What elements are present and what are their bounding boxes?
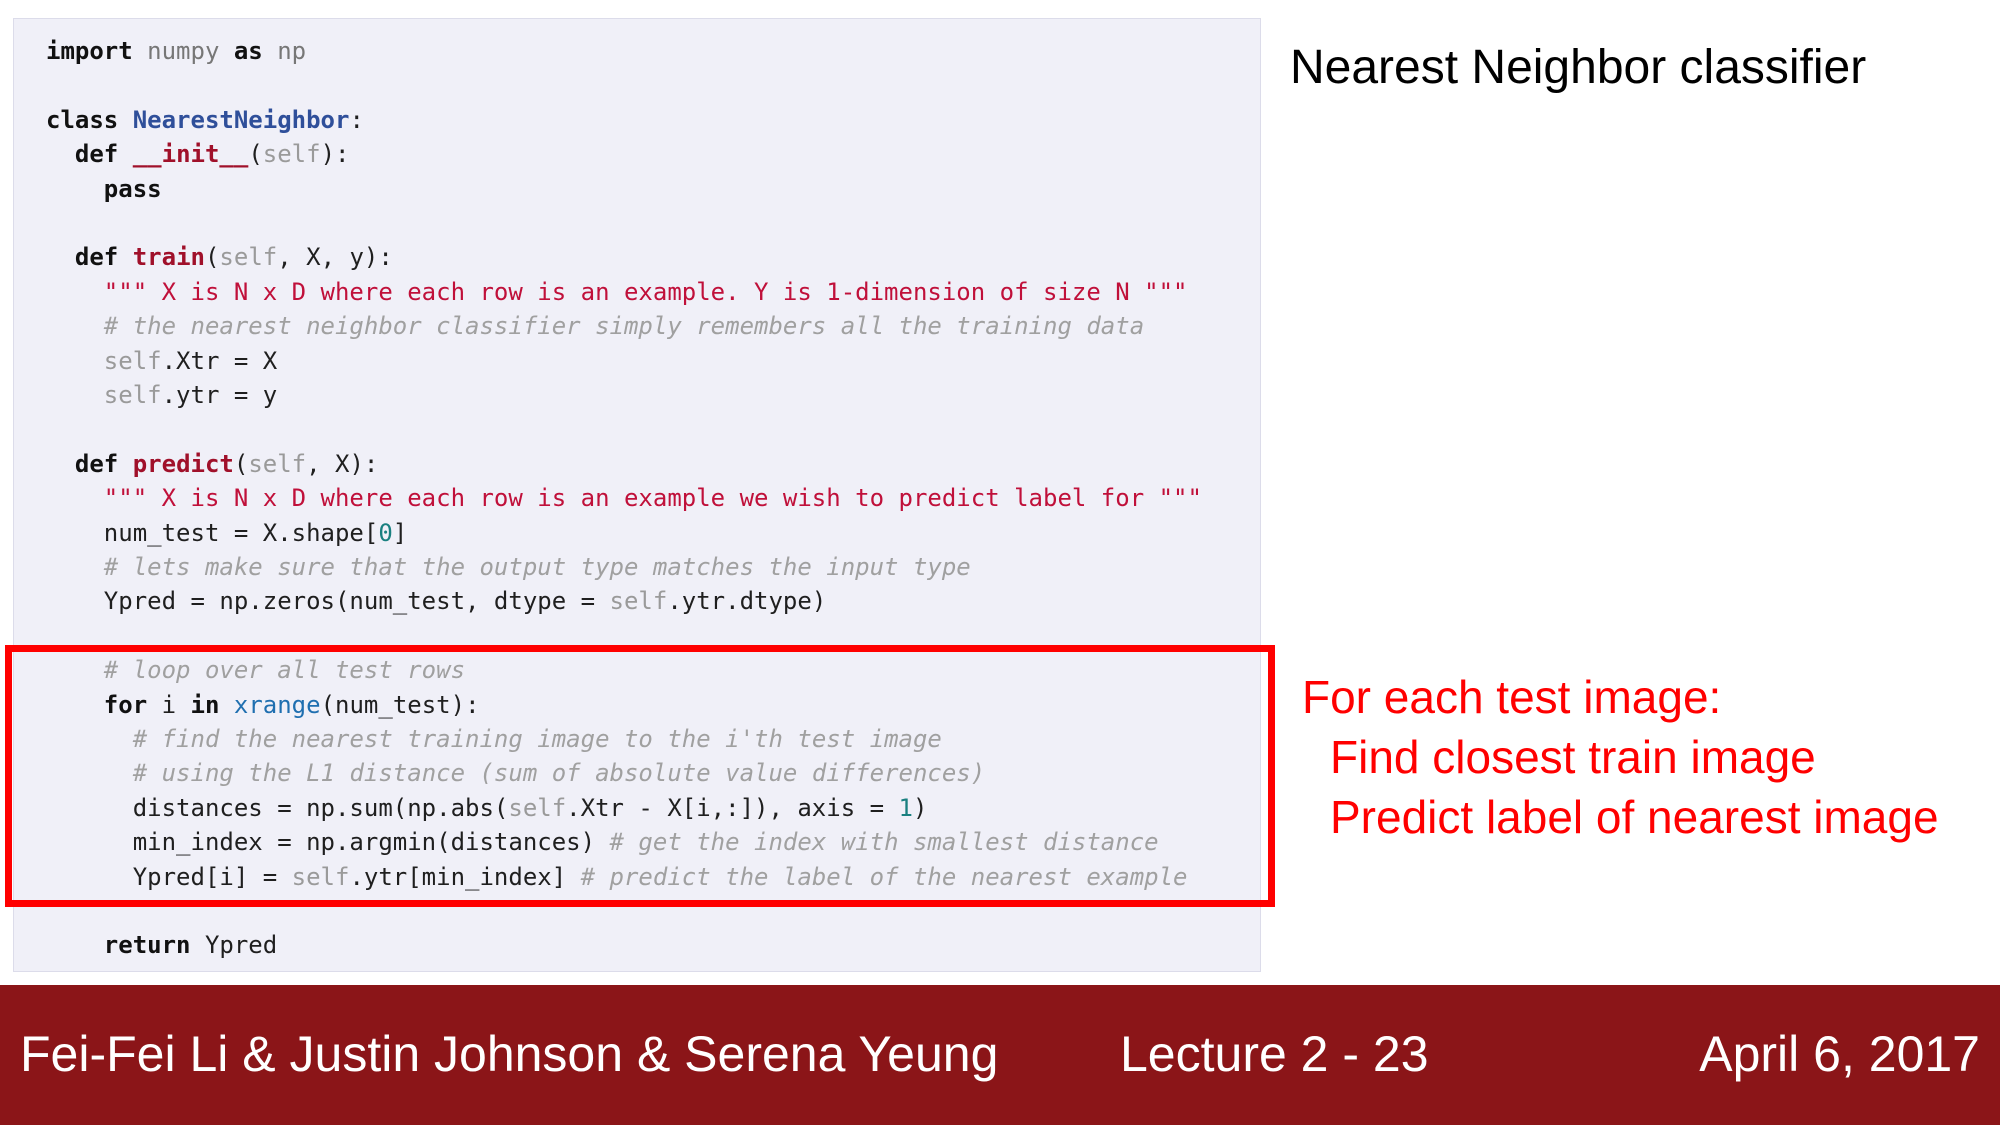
- code-token: train: [132, 243, 205, 272]
- code-line: Ypred = np.zeros(num_test, dtype = self.…: [46, 584, 826, 618]
- annotation-line-2: Find closest train image: [1330, 731, 1816, 783]
- code-token: np: [277, 37, 307, 65]
- code-token: def: [74, 140, 119, 169]
- code-token: as: [233, 37, 263, 65]
- code-token: import: [46, 37, 133, 65]
- code-token: self: [248, 449, 307, 478]
- code-line: self.Xtr = X: [46, 344, 277, 378]
- code-line: # the nearest neighbor classifier simply…: [46, 309, 1144, 343]
- code-line: self.ytr = y: [46, 378, 277, 412]
- annotation-line-3: Predict label of nearest image: [1330, 791, 1939, 843]
- code-token: num_test = X.shape[: [46, 518, 379, 547]
- code-token: class: [46, 105, 119, 134]
- code-token: ]: [392, 518, 408, 547]
- code-token: predict: [132, 449, 234, 478]
- code-token: """ X is N x D where each row is an exam…: [103, 484, 1202, 513]
- code-token: self: [103, 381, 162, 409]
- code-token: .ytr = y: [161, 381, 278, 409]
- code-token: Ypred = np.zeros(num_test, dtype =: [46, 587, 610, 616]
- annotation-line-1: For each test image:: [1302, 671, 1722, 723]
- code-token: :: [349, 105, 364, 134]
- code-token: ):: [320, 140, 350, 169]
- code-token: Ypred: [190, 931, 278, 960]
- code-line: return Ypred: [46, 928, 277, 962]
- code-token: def: [74, 449, 119, 478]
- code-token: self: [219, 243, 278, 272]
- code-token: # lets make sure that the output type ma…: [103, 553, 971, 581]
- code-token: def: [74, 243, 119, 272]
- code-token: __init__: [132, 140, 249, 169]
- code-line: """ X is N x D where each row is an exam…: [46, 481, 1202, 515]
- code-token: return: [103, 931, 191, 960]
- code-line: """ X is N x D where each row is an exam…: [46, 275, 1188, 309]
- code-token: NearestNeighbor: [132, 105, 350, 134]
- code-line: pass: [46, 172, 162, 206]
- code-token: 0: [378, 518, 393, 547]
- code-token: pass: [103, 174, 162, 203]
- code-token: (: [233, 449, 249, 478]
- code-token: (: [204, 243, 220, 272]
- code-token: self: [262, 140, 321, 169]
- code-token: .ytr.dtype): [667, 587, 827, 616]
- code-token: """ X is N x D where each row is an exam…: [103, 277, 1188, 306]
- code-line: def predict(self, X):: [46, 447, 378, 481]
- code-line: import numpy as np: [46, 34, 306, 68]
- footer-bar: Fei-Fei Li & Justin Johnson & Serena Yeu…: [0, 985, 2000, 1125]
- footer-authors: Fei-Fei Li & Justin Johnson & Serena Yeu…: [20, 1026, 999, 1082]
- code-token: .Xtr = X: [161, 346, 278, 375]
- code-token: self: [609, 587, 668, 616]
- code-token: self: [103, 346, 162, 375]
- code-token: , X, y):: [277, 243, 393, 272]
- code-line: # lets make sure that the output type ma…: [46, 550, 971, 584]
- footer-lecture: Lecture 2 - 23: [1120, 1026, 1429, 1082]
- code-line: def train(self, X, y):: [46, 240, 393, 274]
- code-token: # the nearest neighbor classifier simply…: [103, 312, 1145, 341]
- slide-title: Nearest Neighbor classifier: [1290, 41, 1867, 94]
- highlight-box: [5, 645, 1275, 907]
- code-token: numpy: [147, 37, 220, 65]
- code-line: def __init__(self):: [46, 137, 350, 171]
- code-line: num_test = X.shape[0]: [46, 516, 407, 550]
- footer-date: April 6, 2017: [1699, 1026, 1980, 1082]
- code-token: (: [248, 140, 263, 169]
- code-token: , X):: [306, 449, 379, 478]
- code-line: class NearestNeighbor:: [46, 103, 364, 137]
